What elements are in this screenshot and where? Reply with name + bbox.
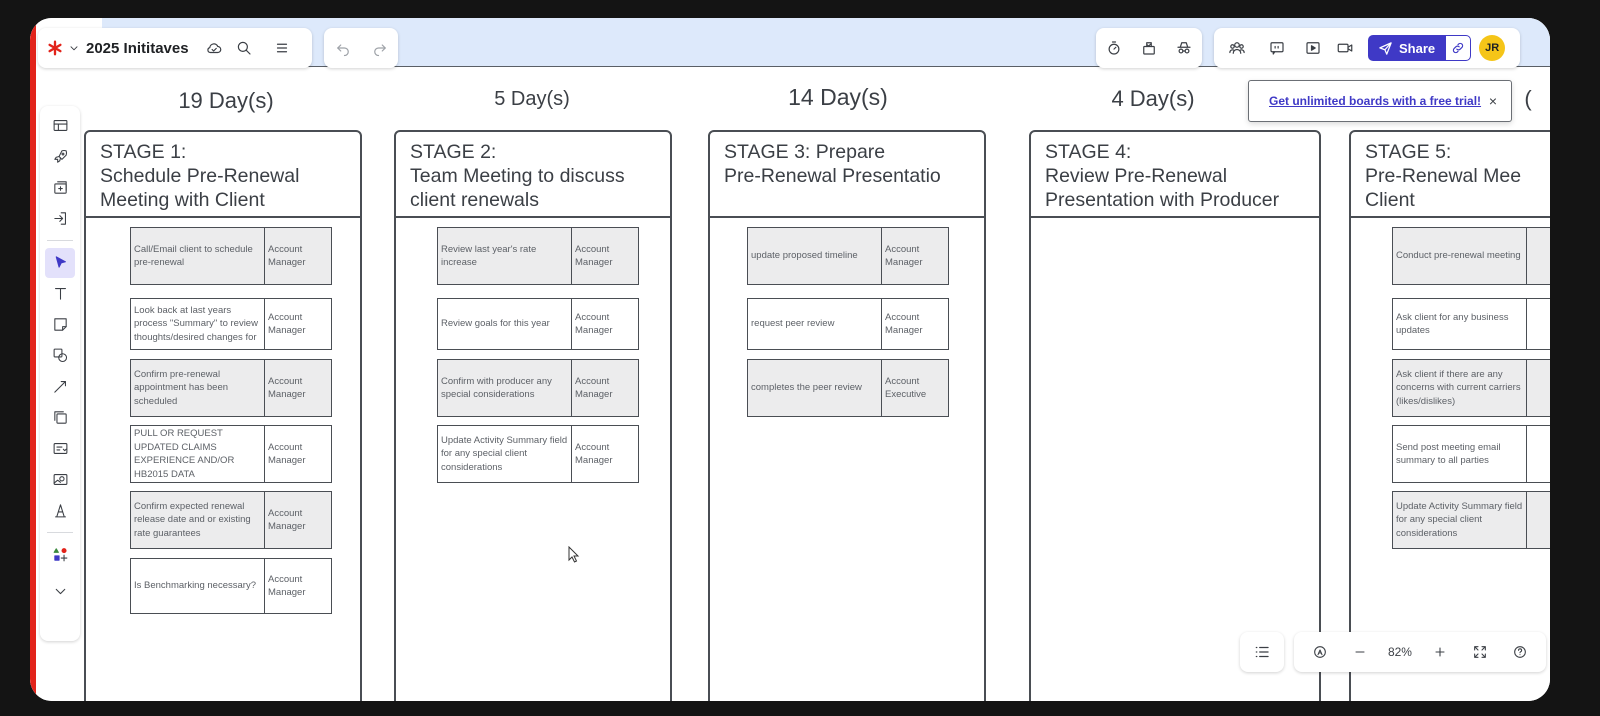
task-card[interactable]: Update Activity Summary field for any sp… bbox=[1392, 491, 1550, 549]
task-card[interactable]: Confirm expected renewal release date an… bbox=[130, 491, 332, 549]
stage-4-column[interactable]: STAGE 4: Review Pre-Renewal Presentation… bbox=[1029, 130, 1321, 701]
task-card[interactable]: PULL OR REQUEST UPDATED CLAIMS EXPERIENC… bbox=[130, 425, 332, 483]
card-icon[interactable] bbox=[45, 434, 75, 464]
help-icon[interactable] bbox=[1508, 640, 1532, 664]
task-card[interactable]: update proposed timeline Account Manager bbox=[747, 227, 949, 285]
stage-1-title: STAGE 1: Schedule Pre-Renewal Meeting wi… bbox=[86, 132, 360, 218]
present-icon[interactable] bbox=[1298, 33, 1328, 63]
whiteboard-app: 19 Day(s) 5 Day(s) 14 Day(s) 4 Day(s) ( … bbox=[30, 18, 1550, 701]
meeting-tools-toolbar bbox=[1096, 28, 1202, 68]
video-icon[interactable] bbox=[1330, 33, 1360, 63]
undo-icon[interactable] bbox=[328, 33, 358, 63]
stage-5-title: STAGE 5: Pre-Renewal Mee Client bbox=[1351, 132, 1550, 218]
collaborators-icon[interactable] bbox=[1220, 33, 1254, 63]
task-card[interactable]: Send post meeting email summary to all p… bbox=[1392, 425, 1550, 483]
text-icon[interactable] bbox=[45, 279, 75, 309]
zoom-toolbar: 82% bbox=[1294, 632, 1546, 672]
free-trial-banner: Get unlimited boards with a free trial! … bbox=[1248, 80, 1512, 122]
task-card[interactable]: Call/Email client to schedule pre-renewa… bbox=[130, 227, 332, 285]
comments-icon[interactable] bbox=[1262, 33, 1292, 63]
import-icon[interactable] bbox=[45, 204, 75, 234]
stage-4-title: STAGE 4: Review Pre-Renewal Presentation… bbox=[1031, 132, 1319, 218]
collaboration-toolbar: Share JR bbox=[1214, 28, 1520, 68]
incognito-icon[interactable] bbox=[1169, 33, 1199, 63]
task-card[interactable]: Ask client if there are any concerns wit… bbox=[1392, 359, 1550, 417]
sticky-note-icon[interactable] bbox=[45, 310, 75, 340]
rocket-icon[interactable] bbox=[45, 142, 75, 172]
send-icon bbox=[1379, 41, 1392, 55]
doc-title[interactable]: 2025 Inititaves bbox=[86, 40, 189, 57]
expand-icon[interactable] bbox=[45, 576, 75, 606]
share-button[interactable]: Share bbox=[1368, 35, 1446, 61]
templates-icon[interactable] bbox=[45, 111, 75, 141]
stage-1-column[interactable]: STAGE 1: Schedule Pre-Renewal Meeting wi… bbox=[84, 130, 362, 701]
stage-5-column[interactable]: STAGE 5: Pre-Renewal Mee Client Conduct … bbox=[1349, 130, 1550, 701]
draw-icon[interactable] bbox=[45, 496, 75, 526]
stage-2-column[interactable]: STAGE 2: Team Meeting to discuss client … bbox=[394, 130, 672, 701]
voting-icon[interactable] bbox=[1134, 33, 1164, 63]
task-card[interactable]: Confirm with producer any special consid… bbox=[437, 359, 639, 417]
task-card[interactable]: Look back at last years process "Summary… bbox=[130, 298, 332, 350]
share-label: Share bbox=[1399, 40, 1436, 56]
frame-icon[interactable] bbox=[45, 403, 75, 433]
timer-icon[interactable] bbox=[1099, 33, 1129, 63]
zoom-in-icon[interactable] bbox=[1428, 640, 1452, 664]
stage-1-days: 19 Day(s) bbox=[178, 88, 274, 113]
zoom-out-icon[interactable] bbox=[1348, 640, 1372, 664]
task-card[interactable]: completes the peer review Account Execut… bbox=[747, 359, 949, 417]
link-icon bbox=[1453, 42, 1464, 54]
close-icon[interactable]: × bbox=[1489, 93, 1497, 109]
task-card[interactable]: Update Activity Summary field for any sp… bbox=[437, 425, 639, 483]
avatar[interactable]: JR bbox=[1479, 35, 1506, 61]
task-card[interactable]: Is Benchmarking necessary? Account Manag… bbox=[130, 558, 332, 614]
chevron-down-icon[interactable] bbox=[66, 33, 82, 63]
zoom-level[interactable]: 82% bbox=[1388, 645, 1412, 659]
mouse-cursor-icon bbox=[568, 546, 580, 563]
search-icon[interactable] bbox=[229, 33, 259, 63]
outline-button[interactable] bbox=[1240, 632, 1284, 672]
cloud-saved-icon[interactable] bbox=[199, 33, 229, 63]
select-icon[interactable] bbox=[45, 247, 75, 278]
copy-link-button[interactable] bbox=[1445, 35, 1472, 61]
free-trial-link[interactable]: Get unlimited boards with a free trial! bbox=[1269, 94, 1481, 108]
left-toolbar bbox=[40, 106, 80, 641]
task-card[interactable]: request peer review Account Manager bbox=[747, 298, 949, 350]
stage-3-title: STAGE 3: Prepare Pre-Renewal Presentatio bbox=[710, 132, 984, 218]
top-left-toolbar: 2025 Inititaves bbox=[38, 28, 312, 68]
stage-2-days: 5 Day(s) bbox=[494, 88, 570, 110]
task-card[interactable]: Conduct pre-renewal meeting bbox=[1392, 227, 1550, 285]
task-card[interactable]: Review goals for this year Account Manag… bbox=[437, 298, 639, 350]
menu-icon[interactable] bbox=[267, 33, 297, 63]
accessibility-icon[interactable] bbox=[1308, 640, 1332, 664]
container-add-icon[interactable] bbox=[45, 173, 75, 203]
stage-3-days: 14 Day(s) bbox=[788, 84, 888, 110]
task-card[interactable]: Confirm pre-renewal appointment has been… bbox=[130, 359, 332, 417]
undo-redo-toolbar bbox=[324, 28, 398, 68]
stage-3-column[interactable]: STAGE 3: Prepare Pre-Renewal Presentatio… bbox=[708, 130, 986, 701]
fit-screen-icon[interactable] bbox=[1468, 640, 1492, 664]
more-shapes-icon[interactable] bbox=[45, 540, 75, 570]
list-icon bbox=[1255, 646, 1269, 658]
image-icon[interactable] bbox=[45, 465, 75, 495]
lucid-logo-icon[interactable] bbox=[44, 33, 66, 63]
task-card[interactable]: Ask client for any business updates bbox=[1392, 298, 1550, 350]
stage-2-title: STAGE 2: Team Meeting to discuss client … bbox=[396, 132, 670, 218]
task-card[interactable]: Review last year's rate increase Account… bbox=[437, 227, 639, 285]
redo-icon[interactable] bbox=[365, 33, 395, 63]
shapes-icon[interactable] bbox=[45, 341, 75, 371]
line-icon[interactable] bbox=[45, 372, 75, 402]
